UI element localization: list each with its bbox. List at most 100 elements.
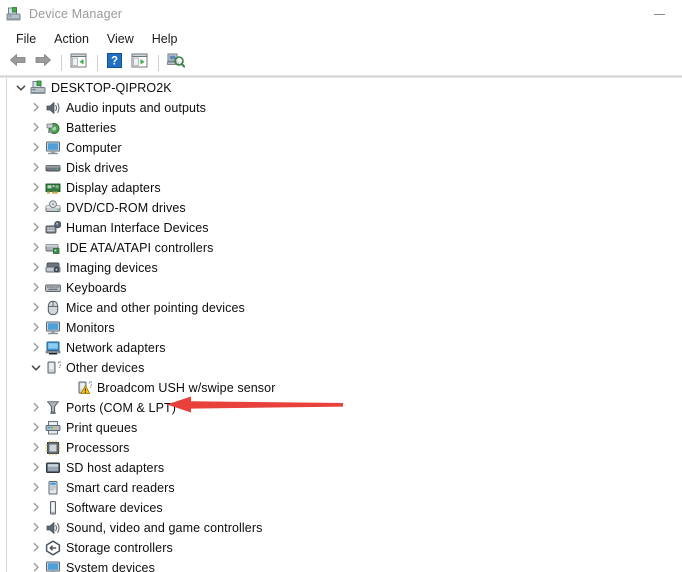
device-tree[interactable]: DESKTOP-QIPRO2K Audio inputs and outputs B…	[7, 78, 682, 572]
chevron-right-icon[interactable]	[28, 462, 44, 475]
toolbar: ?	[0, 50, 682, 76]
chevron-right-icon[interactable]	[28, 102, 44, 115]
forward-button[interactable]	[31, 52, 54, 74]
back-arrow-icon	[9, 52, 27, 73]
forward-arrow-icon	[34, 52, 52, 73]
tree-item-desktop-qipro2k[interactable]: DESKTOP-QIPRO2K	[7, 78, 682, 98]
chevron-down-icon[interactable]	[28, 363, 44, 373]
other-device-icon	[44, 360, 61, 376]
tree-item-label: Other devices	[66, 361, 144, 375]
software-device-icon	[44, 500, 61, 516]
tree-item-label: Audio inputs and outputs	[66, 101, 206, 115]
toolbar-separator-3	[158, 55, 159, 71]
minimize-icon	[654, 14, 665, 15]
chevron-right-icon[interactable]	[28, 182, 44, 195]
question-mark-icon: ?	[107, 53, 122, 73]
tree-item-storage-controllers[interactable]: Storage controllers	[7, 538, 682, 558]
tree-item-audio-inputs-and-outputs[interactable]: Audio inputs and outputs	[7, 98, 682, 118]
tree-item-label: SD host adapters	[66, 461, 164, 475]
tree-item-batteries[interactable]: Batteries	[7, 118, 682, 138]
storage-controller-icon	[44, 540, 61, 556]
tree-item-processors[interactable]: Processors	[7, 438, 682, 458]
tree-item-system-devices[interactable]: System devices	[7, 558, 682, 572]
back-button[interactable]	[6, 52, 29, 74]
chevron-down-icon[interactable]	[13, 83, 29, 93]
chevron-right-icon[interactable]	[28, 422, 44, 435]
chevron-right-icon[interactable]	[28, 502, 44, 515]
tree-item-label: Storage controllers	[66, 541, 173, 555]
network-adapter-icon	[44, 340, 61, 356]
mouse-icon	[44, 300, 61, 316]
chevron-right-icon[interactable]	[28, 122, 44, 135]
imaging-device-icon	[44, 260, 61, 276]
tree-item-broadcom-ush-w-swipe-sensor[interactable]: Broadcom USH w/swipe sensor	[7, 378, 682, 398]
chevron-right-icon[interactable]	[28, 522, 44, 535]
tree-item-keyboards[interactable]: Keyboards	[7, 278, 682, 298]
tree-item-network-adapters[interactable]: Network adapters	[7, 338, 682, 358]
tree-item-computer[interactable]: Computer	[7, 138, 682, 158]
chevron-right-icon[interactable]	[28, 162, 44, 175]
chevron-right-icon[interactable]	[28, 562, 44, 572]
tree-item-label: System devices	[66, 561, 155, 572]
monitor-icon	[44, 140, 61, 156]
menu-help[interactable]: Help	[143, 31, 187, 48]
tree-item-disk-drives[interactable]: Disk drives	[7, 158, 682, 178]
chevron-right-icon[interactable]	[28, 402, 44, 415]
chevron-right-icon[interactable]	[28, 482, 44, 495]
menu-file[interactable]: File	[7, 31, 45, 48]
chevron-right-icon[interactable]	[28, 302, 44, 315]
tree-item-label: Monitors	[66, 321, 115, 335]
disk-drive-icon	[44, 160, 61, 176]
tree-item-label: Processors	[66, 441, 130, 455]
tree-item-print-queues[interactable]: Print queues	[7, 418, 682, 438]
title-bar: Device Manager	[0, 0, 682, 28]
tree-item-label: Disk drives	[66, 161, 128, 175]
chevron-right-icon[interactable]	[28, 202, 44, 215]
speaker-icon	[44, 100, 61, 116]
chevron-right-icon[interactable]	[28, 542, 44, 555]
minimize-button[interactable]	[637, 0, 682, 28]
chevron-right-icon[interactable]	[28, 242, 44, 255]
scan-for-hardware-changes-button[interactable]	[164, 52, 187, 74]
tree-item-label: Keyboards	[66, 281, 127, 295]
tree-item-label: Print queues	[66, 421, 137, 435]
tree-item-smart-card-readers[interactable]: Smart card readers	[7, 478, 682, 498]
chevron-right-icon[interactable]	[28, 282, 44, 295]
scan-hardware-icon	[167, 52, 185, 73]
processor-icon	[44, 440, 61, 456]
tree-item-sd-host-adapters[interactable]: SD host adapters	[7, 458, 682, 478]
help-button[interactable]: ?	[103, 52, 126, 74]
ide-controller-icon	[44, 240, 61, 256]
chevron-right-icon[interactable]	[28, 342, 44, 355]
menu-bar: File Action View Help	[0, 28, 682, 50]
menu-view[interactable]: View	[98, 31, 143, 48]
properties-button[interactable]	[128, 52, 151, 74]
tree-item-label: DESKTOP-QIPRO2K	[51, 81, 172, 95]
tree-item-monitors[interactable]: Monitors	[7, 318, 682, 338]
chevron-right-icon[interactable]	[28, 142, 44, 155]
smartcard-icon	[44, 480, 61, 496]
tree-item-software-devices[interactable]: Software devices	[7, 498, 682, 518]
device-tree-pane[interactable]: DESKTOP-QIPRO2K Audio inputs and outputs B…	[6, 78, 682, 572]
chevron-right-icon[interactable]	[28, 262, 44, 275]
tree-item-human-interface-devices[interactable]: Human Interface Devices	[7, 218, 682, 238]
battery-icon	[44, 120, 61, 136]
menu-action[interactable]: Action	[45, 31, 98, 48]
tree-item-label: Sound, video and game controllers	[66, 521, 262, 535]
chevron-right-icon[interactable]	[28, 322, 44, 335]
chevron-right-icon[interactable]	[28, 442, 44, 455]
tree-item-ports-com-lpt[interactable]: Ports (COM & LPT)	[7, 398, 682, 418]
optical-drive-icon	[44, 200, 61, 216]
chevron-right-icon[interactable]	[28, 222, 44, 235]
toolbar-separator-1	[61, 55, 62, 71]
printer-icon	[44, 420, 61, 436]
show-hide-console-tree-button[interactable]	[67, 52, 90, 74]
tree-item-mice-and-other-pointing-devices[interactable]: Mice and other pointing devices	[7, 298, 682, 318]
tree-item-sound-video-and-game-controllers[interactable]: Sound, video and game controllers	[7, 518, 682, 538]
tree-item-ide-ata-atapi-controllers[interactable]: IDE ATA/ATAPI controllers	[7, 238, 682, 258]
tree-item-imaging-devices[interactable]: Imaging devices	[7, 258, 682, 278]
tree-item-dvd-cd-rom-drives[interactable]: DVD/CD-ROM drives	[7, 198, 682, 218]
tree-item-other-devices[interactable]: Other devices	[7, 358, 682, 378]
tree-item-display-adapters[interactable]: Display adapters	[7, 178, 682, 198]
tree-item-label: Ports (COM & LPT)	[66, 401, 176, 415]
